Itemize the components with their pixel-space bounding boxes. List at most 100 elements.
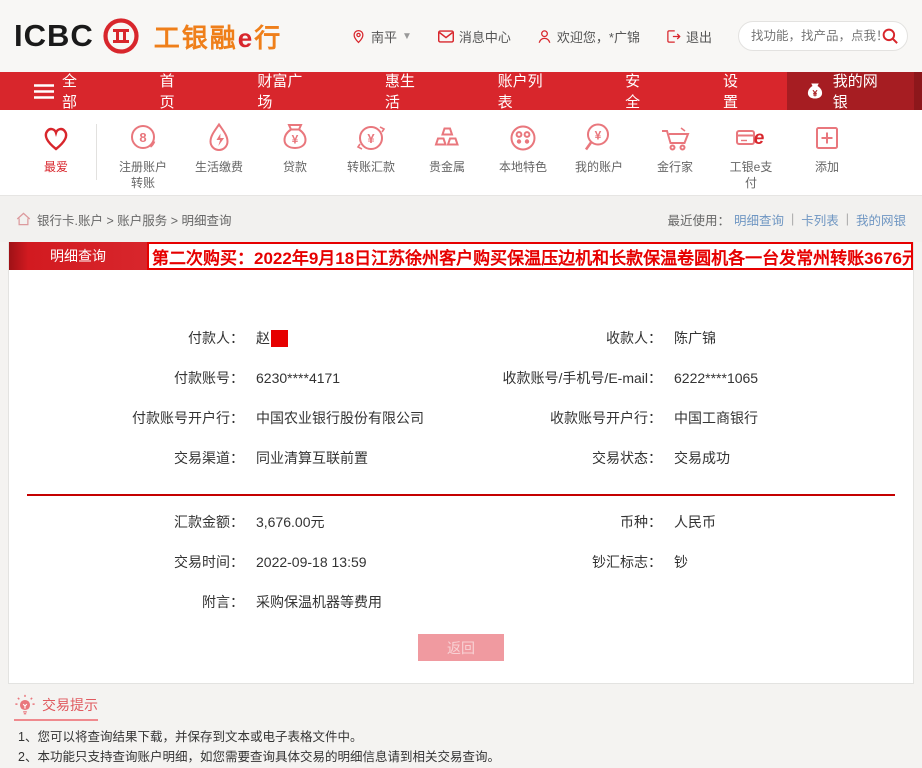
nav-label: 安全: [625, 73, 641, 111]
my-account-icon: ¥: [581, 120, 617, 156]
nav-item-home[interactable]: 首页: [126, 72, 224, 111]
epay-icon: e: [733, 120, 769, 156]
breadcrumb-bar: 银行卡.账户 > 账户服务 > 明细查询 最近使用： 明细查询 | 卡列表 | …: [0, 196, 922, 242]
divider: [96, 124, 97, 180]
location-pin-icon: [351, 29, 366, 44]
memo-label: 附言：: [202, 594, 244, 610]
quick-item-transfer-remit[interactable]: ¥ 转账汇款: [333, 120, 409, 176]
search-icon[interactable]: [881, 27, 899, 45]
quick-item-gold-expert[interactable]: 金行家: [637, 120, 713, 176]
precious-metals-icon: [429, 120, 465, 156]
table-row: 付款账号开户行： 中国农业银行股份有限公司 收款账号开户行： 中国工商银行: [9, 398, 913, 438]
search-input[interactable]: [751, 29, 881, 43]
quick-item-favorites[interactable]: 最爱: [18, 120, 94, 176]
icbc-wordmark: ICBC: [14, 18, 94, 53]
quick-item-utility-payment[interactable]: 生活缴费: [181, 120, 257, 176]
nav-label: 财富广场: [257, 73, 303, 111]
light-bulb-icon: [14, 694, 36, 716]
currency-label: 币种：: [620, 514, 662, 530]
recent-link-my-ebank[interactable]: 我的网银: [856, 210, 906, 229]
payer-label: 付款人：: [188, 330, 244, 346]
welcome-user[interactable]: 欢迎您，*广锦: [537, 27, 640, 46]
quick-item-label: 金行家: [656, 160, 693, 174]
user-icon: [537, 29, 552, 44]
nav-item-wealth[interactable]: 财富广场: [223, 72, 351, 111]
message-center-link[interactable]: 消息中心: [437, 27, 511, 46]
quick-item-label: 注册账户转账: [118, 160, 167, 190]
transaction-detail: 付款人： 赵 收款人： 陈广锦 付款账号： 6230****4171 收款账号/…: [9, 270, 913, 683]
time-label: 交易时间：: [174, 554, 244, 570]
hamburger-icon: [34, 83, 54, 99]
utility-payment-icon: [201, 120, 237, 156]
nav-edge-strip: [914, 72, 922, 110]
status-value: 交易成功: [674, 450, 730, 466]
quick-item-loan[interactable]: ¥ 贷款: [257, 120, 333, 176]
quick-item-local-features[interactable]: 本地特色: [485, 120, 561, 176]
nav-item-security[interactable]: 安全: [591, 72, 689, 111]
my-ebank-label: 我的网银: [832, 73, 878, 111]
annotation-note: 第二次购买：2022年9月18日江苏徐州客户购买保温压边机和长款保温卷圆机各一台…: [147, 242, 913, 270]
payer-bank-label: 付款账号开户行：: [132, 410, 244, 426]
payee-value: 陈广锦: [674, 330, 716, 346]
memo-value: 采购保温机器等费用: [256, 594, 382, 610]
recent-link-card-list[interactable]: 卡列表: [801, 210, 839, 229]
register-transfer-icon: 8: [125, 120, 161, 156]
redaction-block: [271, 329, 288, 347]
nav-label: 账户列表: [497, 73, 543, 111]
recent-link-detail-query[interactable]: 明细查询: [734, 210, 784, 229]
separator: |: [790, 212, 795, 226]
quick-item-label: 本地特色: [498, 160, 547, 174]
payer-account-value: 6230****4171: [256, 370, 341, 386]
quick-item-precious-metals[interactable]: 贵金属: [409, 120, 485, 176]
nav-my-ebank-tab[interactable]: 我的网银: [786, 72, 915, 111]
table-row: 交易时间： 2022-09-18 13:59 钞汇标志： 钞: [9, 542, 913, 582]
quick-item-label: 贷款: [282, 160, 307, 174]
home-icon[interactable]: [16, 212, 31, 226]
svg-text:¥: ¥: [367, 131, 375, 146]
location-selector[interactable]: 南平 ▼: [351, 27, 412, 46]
payee-bank-label: 收款账号开户行：: [550, 410, 662, 426]
list-item: 1、您可以将查询结果下载，并保存到文本或电子表格文件中。: [18, 730, 363, 744]
detail-query-tab[interactable]: 明细查询: [9, 242, 147, 270]
nav-item-accounts[interactable]: 账户列表: [464, 72, 592, 111]
transfer-remit-icon: ¥: [353, 120, 389, 156]
table-row: 交易渠道： 同业清算互联前置 交易状态： 交易成功: [9, 438, 913, 478]
tips-title-label: 交易提示: [42, 697, 98, 713]
icbc-emblem-icon: [102, 17, 140, 55]
loan-icon: ¥: [277, 120, 313, 156]
payee-label: 收款人：: [606, 330, 662, 346]
search-box[interactable]: [738, 21, 908, 51]
nav-item-life[interactable]: 惠生活: [351, 72, 464, 111]
nav-item-all[interactable]: 全部: [0, 72, 126, 111]
logout-label: 退出: [685, 29, 712, 45]
quick-item-my-account[interactable]: ¥ 我的账户: [561, 120, 637, 176]
mail-icon: [437, 29, 454, 43]
message-center-label: 消息中心: [458, 29, 511, 45]
currency-value: 人民币: [674, 514, 716, 530]
panel-title-bar: 明细查询 第二次购买：2022年9月18日江苏徐州客户购买保温压边机和长款保温卷…: [9, 242, 913, 270]
logout-button[interactable]: 退出: [666, 27, 712, 46]
main-nav: 全部 首页 财富广场 惠生活 账户列表 安全 设置 我的网银: [0, 72, 922, 111]
local-features-icon: [505, 120, 541, 156]
table-row: 付款账号： 6230****4171 收款账号/手机号/E-mail： 6222…: [9, 358, 913, 398]
quick-item-register-transfer[interactable]: 8 注册账户转账: [105, 120, 181, 191]
nav-item-settings[interactable]: 设置: [689, 72, 787, 111]
add-icon: [809, 120, 845, 156]
payee-account-value: 6222****1065: [674, 370, 759, 386]
payee-bank-value: 中国工商银行: [674, 410, 758, 426]
separator: |: [845, 212, 849, 226]
top-header: ICBC 工银融e行 南平 ▼ 消息中心 欢迎您，*广锦 退出: [0, 0, 922, 72]
channel-value: 同业清算互联前置: [256, 450, 368, 466]
svg-text:¥: ¥: [595, 129, 602, 143]
quick-item-add[interactable]: 添加: [789, 120, 865, 176]
breadcrumb: 银行卡.账户 > 账户服务 > 明细查询: [37, 213, 232, 228]
quick-item-label: 工银e支付: [729, 160, 773, 190]
table-row: 付款人： 赵 收款人： 陈广锦: [9, 318, 913, 358]
quick-item-epay[interactable]: e 工银e支付: [713, 120, 789, 191]
svg-text:8: 8: [139, 130, 146, 145]
payee-account-label: 收款账号/手机号/E-mail：: [502, 370, 662, 386]
back-button[interactable]: 返回: [418, 634, 504, 661]
quick-item-label: 最爱: [43, 160, 68, 174]
svg-text:¥: ¥: [292, 133, 299, 147]
location-label: 南平: [370, 29, 397, 45]
